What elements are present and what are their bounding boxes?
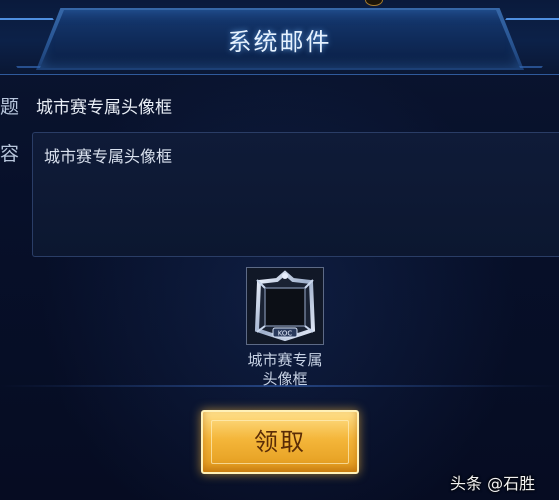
watermark-text: 头条 @石胜	[450, 474, 536, 493]
reward-item-name: 城市赛专属 头像框	[225, 351, 345, 389]
ornament-icon	[365, 0, 383, 6]
mail-dialog: 系统邮件 标题 城市赛专属头像框 内容 城市赛专属头像框 KOC	[0, 0, 559, 500]
mail-subject: 城市赛专属头像框	[36, 98, 172, 118]
claim-button-label: 领取	[254, 428, 306, 456]
claim-button[interactable]: 领取	[201, 410, 359, 474]
content-label: 内容	[0, 143, 20, 165]
divider	[0, 385, 559, 387]
subject-label: 标题	[0, 96, 20, 118]
dialog-title: 系统邮件	[227, 28, 332, 56]
mail-content-box: 城市赛专属头像框	[32, 132, 559, 257]
watermark: 头条 @石胜	[450, 470, 559, 500]
reward-badge-text: KOC	[278, 330, 293, 338]
mail-content: 城市赛专属头像框	[44, 147, 173, 166]
reward-item[interactable]: KOC	[246, 267, 324, 345]
header-bar: 系统邮件	[0, 0, 559, 75]
reward-name-line1: 城市赛专属	[247, 351, 323, 369]
avatar-frame-icon: KOC	[247, 268, 323, 344]
